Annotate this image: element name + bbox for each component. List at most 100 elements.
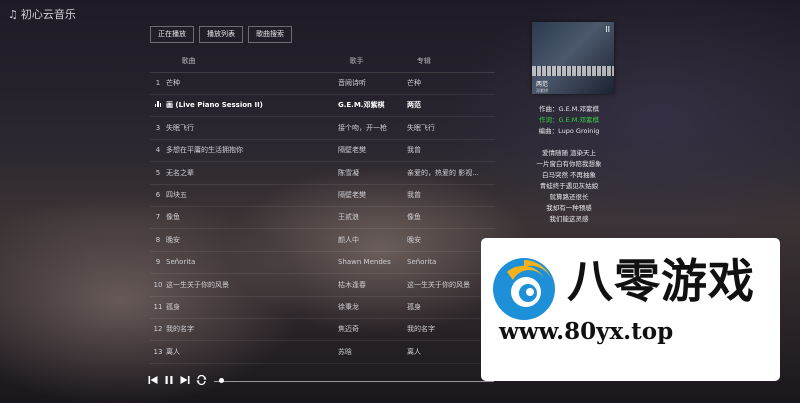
song-artist: 陈雪凝 <box>338 168 359 177</box>
lyric-line: 就算路还很长 <box>549 193 589 201</box>
song-row[interactable]: 3 失眠飞行 接个吻，开一枪 失眠飞行 <box>150 117 495 140</box>
header-artist: 歌手 <box>349 57 364 65</box>
song-number: 4 <box>155 146 161 155</box>
tab-playlist[interactable]: 播放列表 <box>199 26 243 43</box>
music-note-icon: ♫ <box>8 7 18 21</box>
song-album: 我曾 <box>407 146 421 155</box>
lyric-line: 白马突然 不再抽象 <box>541 171 597 179</box>
song-album: 晚安 <box>407 235 421 244</box>
song-number: 7 <box>155 213 161 222</box>
song-artist: 枯木逢春 <box>338 280 366 289</box>
song-row[interactable]: 1 芒种 音阙诗听 芒种 <box>150 72 495 95</box>
song-album: 两范 <box>407 101 421 110</box>
song-row[interactable]: 10 这一生关于你的风景 枯木逢春 这一生关于你的风景 <box>150 274 495 297</box>
song-number: 8 <box>155 235 161 244</box>
lyric-line: 青蛙终于遇见灰姑娘 <box>539 182 599 190</box>
ad-url: www.80yx.top <box>499 318 674 345</box>
song-artist: G.E.M.邓紫棋 <box>338 101 385 110</box>
lyric-line: 我却有一种预感 <box>546 204 592 212</box>
playing-bars-icon <box>150 101 166 109</box>
cover-artist: 邓紫棋 <box>536 88 548 93</box>
cover-mark: II <box>605 25 610 34</box>
song-title: 失眠飞行 <box>166 123 194 132</box>
player-controls <box>148 375 207 385</box>
song-album: 芒种 <box>407 79 421 87</box>
piano-image <box>532 66 614 76</box>
swirl-logo-icon <box>493 258 555 320</box>
tab-bar: 正在播放 播放列表 歌曲搜索 <box>150 26 292 43</box>
song-number: 11 <box>153 303 163 311</box>
song-title: 这一生关于你的风景 <box>166 280 229 289</box>
song-title: 多想在平庸的生活拥抱你 <box>166 146 243 155</box>
song-album: Señorita <box>407 258 437 267</box>
song-title: 像鱼 <box>166 213 180 222</box>
song-album: 亲爱的，热爱的 影视... <box>407 168 479 177</box>
ad-watermark: 八零游戏 www.80yx.top <box>481 238 780 381</box>
repeat-icon[interactable] <box>196 375 207 385</box>
song-artist: Shawn Mendes <box>338 258 391 267</box>
tab-now-playing[interactable]: 正在播放 <box>150 26 194 43</box>
song-title: 晚安 <box>166 235 180 244</box>
app-title: ♫ 初心云音乐 <box>8 6 76 22</box>
song-title: 芒种 <box>166 79 180 87</box>
song-artist: 隔壁老樊 <box>338 191 366 199</box>
song-row[interactable]: 12 我的名字 焦迈奇 我的名字 <box>150 318 495 342</box>
song-number: 9 <box>155 258 161 267</box>
lyric-credit-lyricist: 作词：G.E.M.邓紫棋 <box>539 116 599 124</box>
song-artist: 接个吻，开一枪 <box>338 123 387 132</box>
song-artist: 隔壁老樊 <box>338 146 366 155</box>
song-album: 我曾 <box>407 191 421 199</box>
tab-song-search[interactable]: 歌曲搜索 <box>248 26 292 43</box>
song-row[interactable]: 4 多想在平庸的生活拥抱你 隔壁老樊 我曾 <box>150 139 495 163</box>
header-title: 歌曲 <box>181 57 196 65</box>
song-title: Señorita <box>166 258 196 267</box>
app-title-text: 初心云音乐 <box>20 8 76 21</box>
song-title: 离人 <box>166 347 180 356</box>
song-number: 5 <box>155 168 161 177</box>
pause-icon[interactable] <box>164 375 174 385</box>
song-album: 孤身 <box>407 303 421 311</box>
song-album: 失眠飞行 <box>407 123 435 132</box>
song-title: 孤身 <box>166 303 180 311</box>
cover-title: 两范 <box>536 81 549 88</box>
progress-track[interactable] <box>214 380 494 382</box>
song-row[interactable]: 11 孤身 徐秉龙 孤身 <box>150 296 495 319</box>
lyric-line: 爱情随随 渲染天上 <box>541 149 597 157</box>
song-artist: 王贰浪 <box>338 213 359 222</box>
song-row[interactable]: 画 (Live Piano Session II) G.E.M.邓紫棋 两范 <box>150 94 495 118</box>
song-title: 我的名字 <box>166 325 194 334</box>
song-album: 我的名字 <box>407 325 435 334</box>
song-row[interactable]: 7 像鱼 王贰浪 像鱼 <box>150 206 495 230</box>
song-title: 画 (Live Piano Session II) <box>166 101 263 110</box>
song-artist: 音阙诗听 <box>338 79 366 87</box>
song-number: 6 <box>155 191 161 199</box>
header-album: 专辑 <box>416 57 431 65</box>
lyrics-panel: 作曲：G.E.M.邓紫棋 作词：G.E.M.邓紫棋 编曲：Lupo Groini… <box>500 104 638 225</box>
song-number: 3 <box>155 123 161 132</box>
song-title: 无名之辈 <box>166 168 194 177</box>
lyric-line: 一片窗白有你陪我想象 <box>536 160 602 168</box>
song-album: 像鱼 <box>407 213 421 222</box>
album-cover: II 两范 邓紫棋 <box>532 22 614 94</box>
song-album: 离人 <box>407 347 421 356</box>
song-list-header: 歌曲 歌手 专辑 <box>150 50 495 73</box>
song-row[interactable]: 6 四块五 隔壁老樊 我曾 <box>150 184 495 207</box>
song-number: 13 <box>153 347 163 356</box>
song-number: 1 <box>155 79 161 87</box>
song-row[interactable]: 5 无名之辈 陈雪凝 亲爱的，热爱的 影视... <box>150 162 495 185</box>
song-artist: 焦迈奇 <box>338 325 359 334</box>
previous-icon[interactable] <box>148 375 158 385</box>
song-row[interactable]: 8 晚安 颜人中 晚安 <box>150 229 495 252</box>
song-artist: 颜人中 <box>338 235 359 244</box>
song-title: 四块五 <box>166 191 187 199</box>
song-album: 这一生关于你的风景 <box>407 280 470 289</box>
song-row[interactable]: 9 Señorita Shawn Mendes Señorita <box>150 251 495 275</box>
song-row[interactable]: 13 离人 苏晗 离人 <box>150 341 495 364</box>
lyric-credit-arranger: 编曲：Lupo Groinig <box>538 127 600 135</box>
song-artist: 徐秉龙 <box>338 303 359 311</box>
next-icon[interactable] <box>180 375 190 385</box>
song-number: 10 <box>153 280 163 289</box>
lyric-credit-composer: 作曲：G.E.M.邓紫棋 <box>539 105 599 113</box>
ad-name: 八零游戏 <box>567 254 755 308</box>
progress-knob[interactable] <box>219 378 224 383</box>
